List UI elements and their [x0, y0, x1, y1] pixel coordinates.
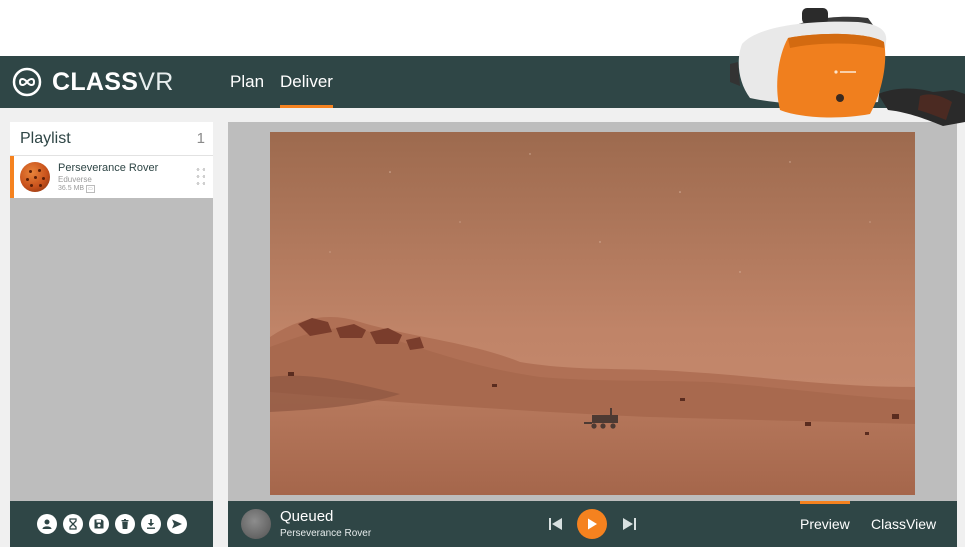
logo-text: CLASSVR — [52, 67, 174, 96]
hourglass-icon — [68, 518, 77, 530]
playlist-toolbar — [10, 501, 213, 547]
tab-classview[interactable]: ClassView — [871, 501, 936, 547]
download-icon — [146, 519, 155, 529]
play-button[interactable] — [577, 509, 607, 539]
playlist-title: Playlist — [20, 129, 71, 147]
playlist-count: 1 — [196, 130, 205, 147]
infinity-logo-icon — [12, 67, 42, 97]
playlist-item-source: Eduverse — [58, 174, 92, 184]
delete-button[interactable] — [114, 514, 135, 534]
classvr-logo[interactable]: CLASSVR — [12, 64, 174, 100]
save-button[interactable] — [88, 514, 109, 534]
playlist-header: Playlist 1 — [10, 122, 213, 156]
mars-scene-image — [270, 132, 915, 495]
playlist-item-size: 36.5 MB ▭ — [58, 184, 95, 193]
skip-previous-icon — [549, 518, 562, 530]
play-icon — [588, 518, 597, 530]
send-icon — [171, 519, 182, 529]
nav-plan[interactable]: Plan — [230, 56, 264, 108]
previous-button[interactable] — [548, 512, 564, 541]
main-nav: Plan Deliver — [230, 56, 349, 108]
send-button[interactable] — [166, 514, 187, 534]
preview-panel — [228, 122, 957, 501]
playlist-item[interactable]: Perseverance Rover Eduverse 36.5 MB ▭ — [10, 156, 213, 198]
mars-thumbnail — [20, 162, 50, 192]
next-button[interactable] — [621, 512, 637, 541]
nav-deliver[interactable]: Deliver — [280, 56, 333, 108]
user-icon — [42, 519, 51, 529]
main-content: Playlist 1 Perseverance Rover Eduverse 3… — [0, 108, 965, 547]
tab-preview[interactable]: Preview — [800, 501, 850, 547]
save-icon — [94, 519, 103, 529]
queued-thumbnail — [241, 509, 271, 539]
hourglass-button[interactable] — [62, 514, 83, 534]
queued-item-name: Perseverance Rover — [280, 528, 372, 539]
user-button[interactable] — [36, 514, 57, 534]
skip-next-icon — [623, 518, 636, 530]
vr-headset-image — [728, 2, 965, 128]
download-button[interactable] — [140, 514, 161, 534]
file-badge-icon: ▭ — [86, 184, 95, 193]
drag-handle-icon[interactable] — [195, 166, 205, 186]
trash-icon — [121, 519, 128, 529]
player-bar: Queued Perseverance Rover Preview ClassV… — [228, 501, 957, 547]
queue-status: Queued — [280, 508, 334, 525]
playlist-item-name: Perseverance Rover — [58, 161, 159, 174]
playlist-panel: Playlist 1 Perseverance Rover Eduverse 3… — [10, 122, 213, 501]
